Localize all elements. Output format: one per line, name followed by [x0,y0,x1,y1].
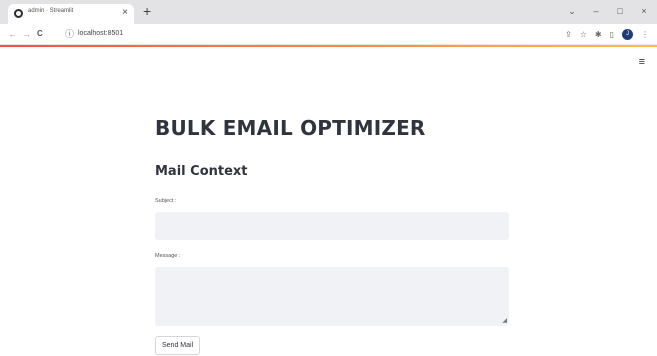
tab-title: admin · Streamlit [28,8,74,14]
forward-arrow-icon[interactable]: → [22,27,31,41]
side-panel-icon[interactable]: ▯ [610,30,614,39]
page-title: BULK EMAIL OPTIMIZER [155,116,426,140]
tab-search-chevron-icon[interactable]: ⌄ [567,3,577,19]
streamlit-decoration-bar [0,45,657,47]
subject-label: Subject : [155,198,177,204]
section-title: Mail Context [155,164,248,179]
site-info-icon[interactable]: ⓘ [65,27,74,41]
subject-input[interactable] [155,212,509,240]
resize-handle-icon[interactable]: ◢ [502,318,507,324]
app-menu-icon[interactable]: ≡ [639,56,645,68]
browser-tab-active[interactable]: admin · Streamlit × [8,4,134,24]
browser-window: admin · Streamlit × + ⌄ – □ × ← → C ⓘ lo… [0,0,657,356]
address-bar[interactable]: ⓘ localhost:8501 [62,27,547,41]
back-arrow-icon[interactable]: ← [8,27,17,41]
bookmark-star-icon[interactable]: ☆ [580,30,587,39]
tab-close-icon[interactable]: × [122,6,128,20]
streamlit-favicon-icon [14,9,23,18]
send-mail-button[interactable]: Send Mail [155,336,201,355]
tab-strip: admin · Streamlit × + ⌄ – □ × [0,0,657,24]
extensions-icon[interactable]: ✱ [595,30,602,39]
window-close-icon[interactable]: × [639,3,649,19]
message-field: ◢ [155,267,509,326]
minimize-icon[interactable]: – [591,3,601,19]
browser-menu-icon[interactable]: ⋮ [641,30,649,39]
browser-toolbar: ← → C ⓘ localhost:8501 ⇪ ☆ ✱ ▯ J ⋮ [0,24,657,45]
address-url: localhost:8501 [78,30,124,37]
profile-avatar[interactable]: J [622,28,633,40]
message-label: Message : [155,253,181,259]
new-tab-button[interactable]: + [143,2,151,20]
maximize-icon[interactable]: □ [615,3,625,19]
reload-icon[interactable]: C [37,27,43,41]
window-controls: ⌄ – □ × [567,3,649,19]
message-textarea[interactable] [155,267,509,326]
share-icon[interactable]: ⇪ [565,30,572,39]
toolbar-icons: ⇪ ☆ ✱ ▯ J ⋮ [565,27,649,41]
